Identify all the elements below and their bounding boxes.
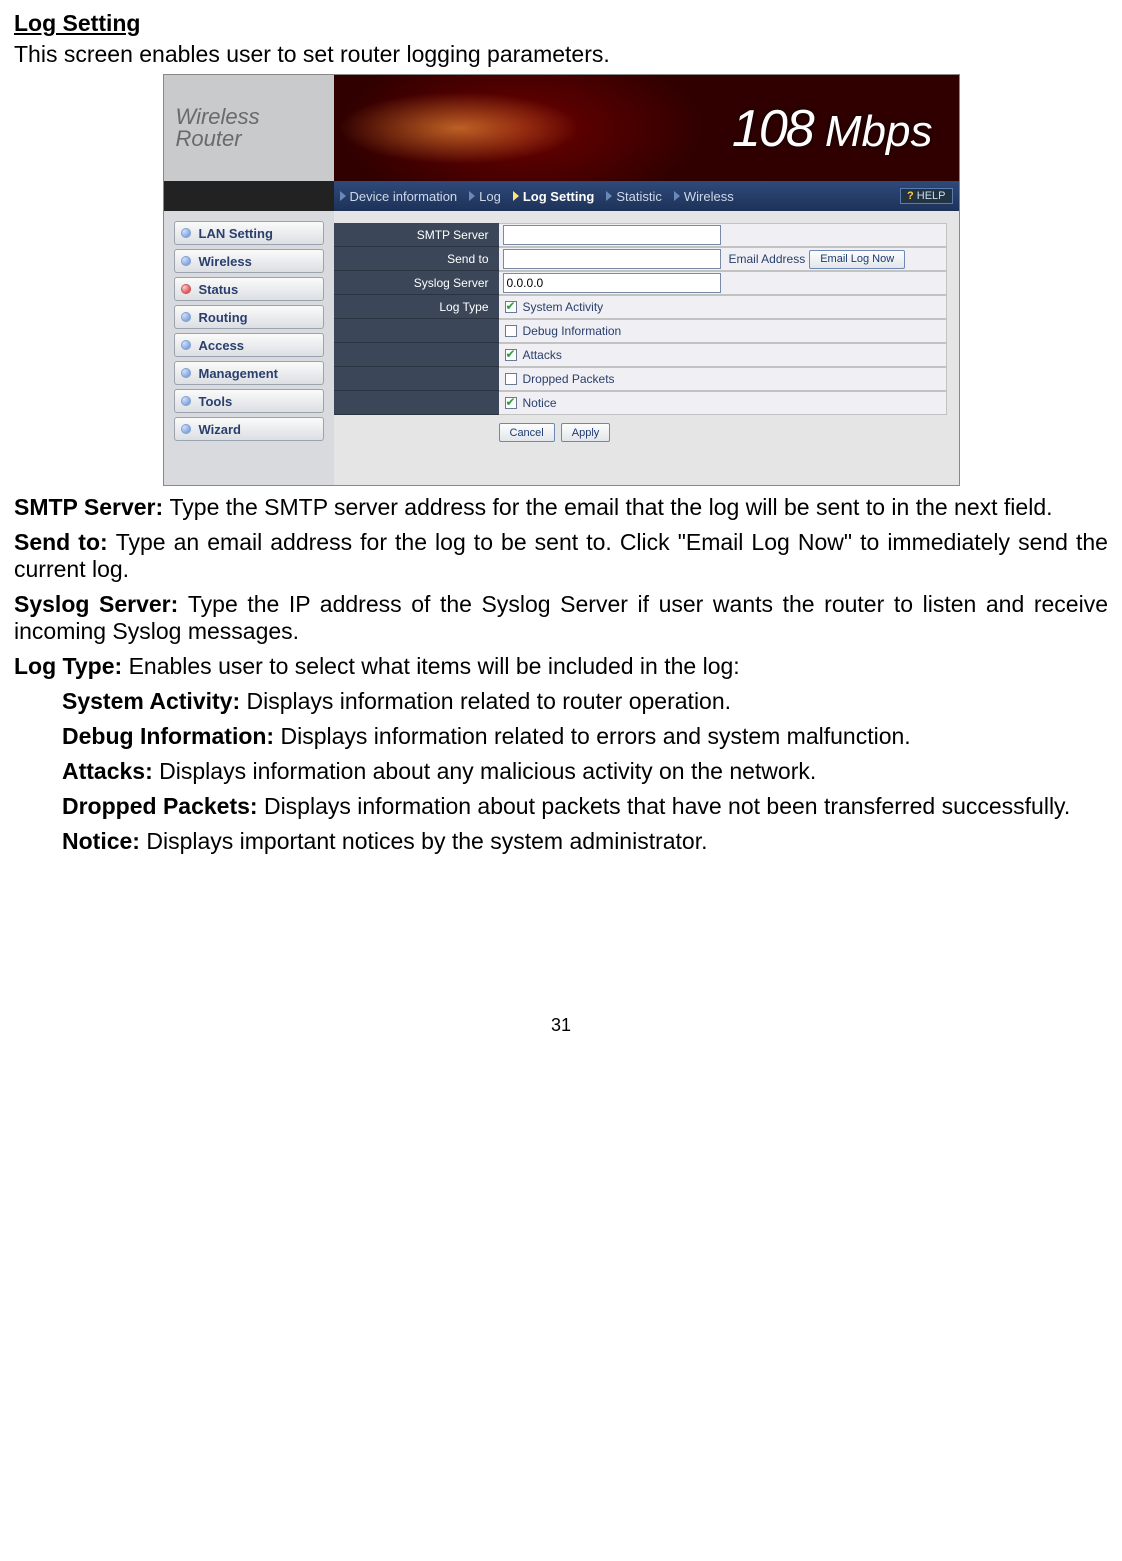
checkbox-label: Attacks xyxy=(523,348,562,362)
bullet-icon xyxy=(181,284,191,294)
rate-unit: Mbps xyxy=(825,107,933,156)
checkbox-notice[interactable] xyxy=(505,397,517,409)
syslog-server-input[interactable] xyxy=(503,273,721,293)
help-button[interactable]: ?HELP xyxy=(900,188,952,204)
bullet-icon xyxy=(181,368,191,378)
crumb-log-setting[interactable]: Log Setting xyxy=(513,189,595,204)
desc-syslog: Syslog Server: Type the IP address of th… xyxy=(14,591,1108,645)
checkbox-label: Dropped Packets xyxy=(523,372,615,386)
sidebar: LAN Setting Wireless Status Routing Acce… xyxy=(164,211,334,485)
crumb-device-information[interactable]: Device information xyxy=(340,189,458,204)
banner-graphic: 108 Mbps xyxy=(334,75,959,181)
sidebar-item-wizard[interactable]: Wizard xyxy=(174,417,324,441)
sidebar-item-management[interactable]: Management xyxy=(174,361,324,385)
crumb-statistic[interactable]: Statistic xyxy=(606,189,662,204)
bullet-icon xyxy=(181,228,191,238)
sidebar-item-status[interactable]: Status xyxy=(174,277,324,301)
desc-logtype: Log Type: Enables user to select what it… xyxy=(14,653,1108,680)
section-heading: Log Setting xyxy=(14,10,1108,37)
banner-rate: 108 Mbps xyxy=(732,99,933,159)
bullet-icon xyxy=(181,396,191,406)
intro-text: This screen enables user to set router l… xyxy=(14,41,1108,68)
router-screenshot: Wireless Router 108 Mbps Device informat… xyxy=(163,74,960,486)
help-icon: ? xyxy=(907,190,914,202)
rate-number: 108 xyxy=(732,100,813,158)
banner-line2: Router xyxy=(176,128,334,150)
email-log-now-button[interactable]: Email Log Now xyxy=(809,250,905,269)
desc-smtp: SMTP Server: Type the SMTP server addres… xyxy=(14,494,1108,521)
crumb-wireless[interactable]: Wireless xyxy=(674,189,734,204)
cancel-button[interactable]: Cancel xyxy=(499,423,555,442)
page-number: 31 xyxy=(14,1015,1108,1036)
checkbox-label: Notice xyxy=(523,396,557,410)
bullet-icon xyxy=(181,256,191,266)
checkbox-debug-information[interactable] xyxy=(505,325,517,337)
send-to-input[interactable] xyxy=(503,249,721,269)
label-send-to: Send to xyxy=(334,247,499,271)
sidebar-item-wireless[interactable]: Wireless xyxy=(174,249,324,273)
smtp-server-input[interactable] xyxy=(503,225,721,245)
checkbox-label: Debug Information xyxy=(523,324,622,338)
desc-sendto: Send to: Type an email address for the l… xyxy=(14,529,1108,583)
apply-button[interactable]: Apply xyxy=(561,423,611,442)
banner-line1: Wireless xyxy=(176,106,334,128)
bullet-icon xyxy=(181,340,191,350)
sidebar-item-routing[interactable]: Routing xyxy=(174,305,324,329)
sidebar-item-lan-setting[interactable]: LAN Setting xyxy=(174,221,324,245)
desc-notice: Notice: Displays important notices by th… xyxy=(14,828,1108,855)
crumb-log[interactable]: Log xyxy=(469,189,501,204)
label-log-type: Log Type xyxy=(334,295,499,319)
bullet-icon xyxy=(181,424,191,434)
sidebar-item-access[interactable]: Access xyxy=(174,333,324,357)
label-smtp-server: SMTP Server xyxy=(334,223,499,247)
desc-attacks: Attacks: Displays information about any … xyxy=(14,758,1108,785)
breadcrumb-bar: Device information Log Log Setting Stati… xyxy=(164,181,959,211)
label-syslog-server: Syslog Server xyxy=(334,271,499,295)
content-area: SMTP Server Send to Email Address Email … xyxy=(334,211,959,485)
desc-debug-information: Debug Information: Displays information … xyxy=(14,723,1108,750)
desc-dropped-packets: Dropped Packets: Displays information ab… xyxy=(14,793,1108,820)
checkbox-system-activity[interactable] xyxy=(505,301,517,313)
breadcrumb: Device information Log Log Setting Stati… xyxy=(334,188,959,204)
banner-logo: Wireless Router xyxy=(164,75,334,181)
checkbox-attacks[interactable] xyxy=(505,349,517,361)
checkbox-dropped-packets[interactable] xyxy=(505,373,517,385)
desc-system-activity: System Activity: Displays information re… xyxy=(14,688,1108,715)
checkbox-label: System Activity xyxy=(523,300,604,314)
email-address-label: Email Address xyxy=(729,252,806,266)
banner: Wireless Router 108 Mbps xyxy=(164,75,959,181)
bullet-icon xyxy=(181,312,191,322)
sidebar-item-tools[interactable]: Tools xyxy=(174,389,324,413)
